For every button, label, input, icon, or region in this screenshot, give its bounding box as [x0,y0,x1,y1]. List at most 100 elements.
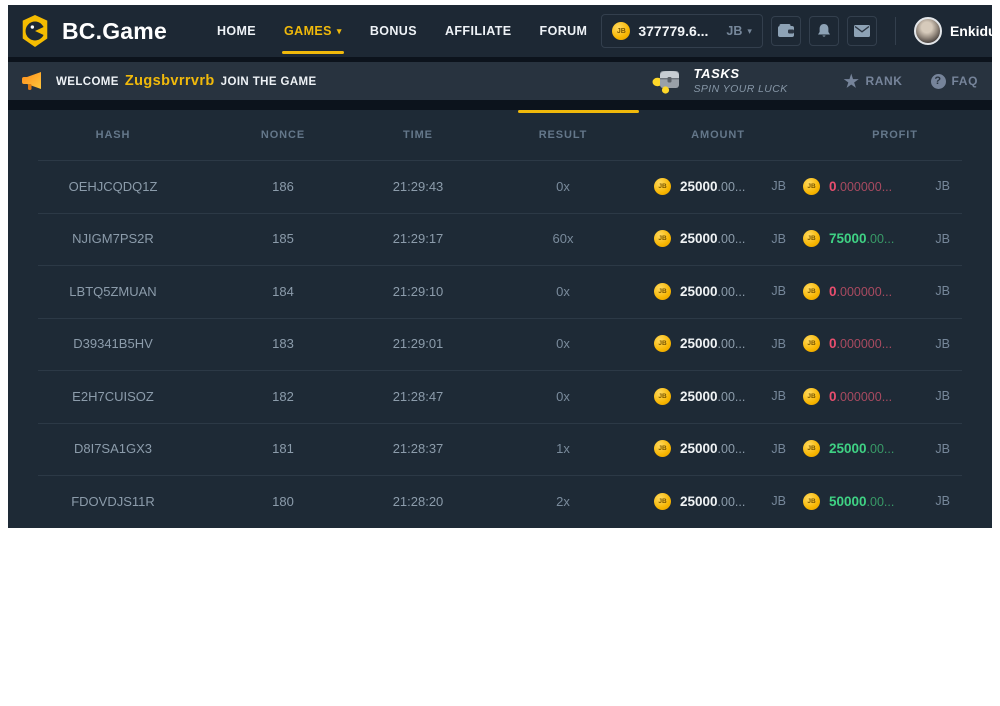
brand-logo[interactable]: BC.Game [18,14,167,48]
jb-coin-icon: JB [803,440,820,457]
hash-cell: LBTQ5ZMUAN [8,284,218,299]
menu-item-label: BONUS [370,24,417,38]
table-row[interactable]: D8I7SA1GX3 181 21:28:37 1x JB 25000.00..… [8,423,992,476]
time-cell: 21:29:17 [348,231,488,246]
result-cell: 0x [488,389,638,404]
faq-link[interactable]: ? FAQ [931,74,978,89]
time-cell: 21:29:01 [348,336,488,351]
table-row[interactable]: NJIGM7PS2R 185 21:29:17 60x JB 25000.00.… [8,213,992,266]
profit-value: 0.000000... [829,336,892,351]
messages-button[interactable] [847,16,877,46]
result-cell: 0x [488,336,638,351]
wallet-button[interactable] [771,16,801,46]
jb-coin-icon: JB [803,283,820,300]
welcome-username[interactable]: Zugsbvrrvrb [125,73,215,89]
welcome-suffix: JOIN THE GAME [221,76,317,88]
rank-link[interactable]: ★ RANK [844,73,903,90]
profit-cell: JB 0.000000... JB [798,178,992,195]
balance-dropdown[interactable]: JB 377779.6... JB ▾ [601,14,763,48]
table-row[interactable]: D39341B5HV 183 21:29:01 0x JB 25000.00..… [8,318,992,371]
column-header-time: TIME [348,129,488,141]
jb-coin-icon: JB [654,335,671,352]
menu-item-affiliate[interactable]: AFFILIATE [431,5,526,57]
welcome-prefix: WELCOME [56,76,119,88]
profit-currency: JB [935,494,950,508]
hash-cell: FDOVDJS11R [8,494,218,509]
nonce-cell: 186 [218,179,348,194]
menu-item-label: HOME [217,24,256,38]
jb-coin-icon: JB [654,493,671,510]
jb-coin-icon: JB [654,440,671,457]
amount-value: 25000.00... [680,179,745,194]
user-menu[interactable]: Enkidua ▾ [914,17,1000,45]
star-icon: ★ [844,73,860,90]
result-cell: 2x [488,494,638,509]
jb-coin-icon: JB [654,283,671,300]
amount-cell: JB 25000.00... JB [638,178,798,195]
menu-item-label: GAMES [284,24,332,38]
balance-value: 377779.6... [638,23,708,39]
result-cell: 0x [488,179,638,194]
active-tab-indicator [518,110,639,113]
faq-label: FAQ [952,74,978,88]
menu-item-bonus[interactable]: BONUS [356,5,431,57]
nonce-cell: 185 [218,231,348,246]
balance-currency: JB [726,24,742,38]
amount-currency: JB [771,179,786,193]
result-cell: 1x [488,441,638,456]
megaphone-icon [20,70,44,92]
amount-value: 25000.00... [680,336,745,351]
table-row[interactable]: E2H7CUISOZ 182 21:28:47 0x JB 25000.00..… [8,370,992,423]
time-cell: 21:28:37 [348,441,488,456]
top-nav: BC.Game HOME GAMES ▾ BONUS AFFILIATE FOR… [8,5,992,57]
amount-cell: JB 25000.00... JB [638,335,798,352]
amount-value: 25000.00... [680,389,745,404]
profit-currency: JB [935,284,950,298]
nonce-cell: 180 [218,494,348,509]
amount-currency: JB [771,284,786,298]
column-header-hash: HASH [8,129,218,141]
chevron-down-icon: ▾ [337,26,342,37]
amount-cell: JB 25000.00... JB [638,230,798,247]
hash-cell: D8I7SA1GX3 [8,441,218,456]
amount-value: 25000.00... [680,494,745,509]
jb-coin-icon: JB [803,335,820,352]
amount-currency: JB [771,337,786,351]
chevron-down-icon: ▾ [747,26,752,37]
table-row[interactable]: OEHJCQDQ1Z 186 21:29:43 0x JB 25000.00..… [8,160,992,213]
amount-cell: JB 25000.00... JB [638,493,798,510]
jb-coin-icon: JB [654,230,671,247]
amount-currency: JB [771,442,786,456]
profit-cell: JB 75000.00... JB [798,230,992,247]
profit-value: 0.000000... [829,179,892,194]
menu-item-games[interactable]: GAMES ▾ [270,5,356,57]
main-menu: HOME GAMES ▾ BONUS AFFILIATE FORUM [203,5,601,57]
result-cell: 0x [488,284,638,299]
wallet-icon [777,23,795,39]
rank-label: RANK [865,74,902,88]
nonce-cell: 183 [218,336,348,351]
menu-item-label: AFFILIATE [445,24,512,38]
profit-currency: JB [935,232,950,246]
profit-cell: JB 0.000000... JB [798,283,992,300]
menu-item-forum[interactable]: FORUM [526,5,602,57]
menu-item-home[interactable]: HOME [203,5,270,57]
question-icon: ? [931,74,946,89]
hash-cell: NJIGM7PS2R [8,231,218,246]
table-row[interactable]: LBTQ5ZMUAN 184 21:29:10 0x JB 25000.00..… [8,265,992,318]
nav-divider [895,17,896,45]
table-row[interactable]: FDOVDJS11R 180 21:28:20 2x JB 25000.00..… [8,475,992,528]
tasks-shortcut[interactable]: TASKS SPIN YOUR LUCK [652,66,788,95]
profit-currency: JB [935,442,950,456]
profit-currency: JB [935,179,950,193]
app-window: BC.Game HOME GAMES ▾ BONUS AFFILIATE FOR… [8,5,992,528]
result-cell: 60x [488,231,638,246]
table-header: HASH NONCE TIME RESULT AMOUNT PROFIT [8,110,992,160]
profit-value: 0.000000... [829,389,892,404]
hash-cell: OEHJCQDQ1Z [8,179,218,194]
amount-value: 25000.00... [680,231,745,246]
notifications-button[interactable] [809,16,839,46]
column-header-amount: AMOUNT [638,129,798,141]
jb-coin-icon: JB [803,230,820,247]
profit-currency: JB [935,389,950,403]
